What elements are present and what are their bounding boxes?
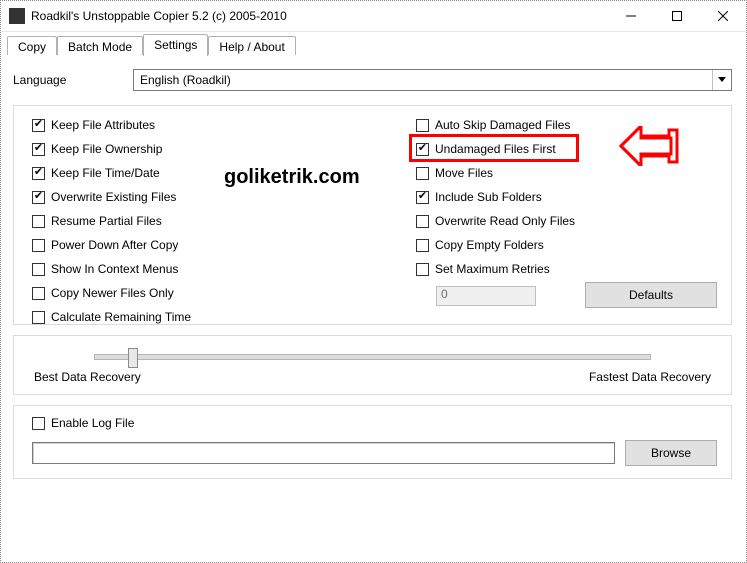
checkbox-icon bbox=[32, 263, 45, 276]
checkbox-icon bbox=[32, 311, 45, 324]
browse-button[interactable]: Browse bbox=[625, 440, 717, 466]
checkbox-icon bbox=[416, 215, 429, 228]
slider-thumb-icon[interactable] bbox=[128, 348, 138, 368]
maximize-icon bbox=[672, 11, 682, 21]
checkbox-icon bbox=[416, 119, 429, 132]
chevron-down-icon bbox=[712, 70, 731, 90]
checkbox-icon bbox=[32, 167, 45, 180]
tab-batch-mode[interactable]: Batch Mode bbox=[57, 36, 143, 57]
opt-auto-skip-damaged-files[interactable]: Auto Skip Damaged Files bbox=[416, 116, 666, 134]
checkbox-icon bbox=[32, 143, 45, 156]
app-window: Roadkil's Unstoppable Copier 5.2 (c) 200… bbox=[0, 0, 747, 563]
tab-strip: Copy Batch Mode Settings Help / About bbox=[1, 32, 746, 56]
settings-panel: Language English (Roadkil) Keep File Att… bbox=[7, 55, 738, 554]
app-icon bbox=[9, 8, 25, 24]
opt-keep-file-attributes[interactable]: Keep File Attributes bbox=[32, 116, 282, 134]
slider-label-fastest: Fastest Data Recovery bbox=[589, 370, 711, 384]
opt-power-down-after-copy[interactable]: Power Down After Copy bbox=[32, 236, 282, 254]
log-group: Enable Log File Browse bbox=[13, 405, 732, 479]
opt-set-maximum-retries[interactable]: Set Maximum Retries bbox=[416, 260, 666, 278]
language-value: English (Roadkil) bbox=[140, 73, 712, 87]
maximize-button[interactable] bbox=[654, 1, 700, 31]
opt-resume-partial-files[interactable]: Resume Partial Files bbox=[32, 212, 282, 230]
checkbox-icon bbox=[32, 215, 45, 228]
max-retries-input[interactable]: 0 bbox=[436, 286, 536, 306]
recovery-speed-group: Best Data Recovery Fastest Data Recovery bbox=[13, 335, 732, 395]
minimize-button[interactable] bbox=[608, 1, 654, 31]
options-col-left: Keep File Attributes Keep File Ownership… bbox=[32, 116, 282, 326]
tab-copy[interactable]: Copy bbox=[7, 36, 57, 57]
language-select[interactable]: English (Roadkil) bbox=[133, 69, 732, 91]
checkbox-icon bbox=[416, 143, 429, 156]
opt-overwrite-existing-files[interactable]: Overwrite Existing Files bbox=[32, 188, 282, 206]
opt-include-sub-folders[interactable]: Include Sub Folders bbox=[416, 188, 666, 206]
language-label: Language bbox=[13, 73, 133, 87]
enable-log-file[interactable]: Enable Log File bbox=[32, 414, 134, 432]
opt-calculate-remaining-time[interactable]: Calculate Remaining Time bbox=[32, 308, 282, 326]
opt-copy-newer-files-only[interactable]: Copy Newer Files Only bbox=[32, 284, 282, 302]
checkbox-icon bbox=[416, 239, 429, 252]
checkbox-icon bbox=[32, 119, 45, 132]
window-title: Roadkil's Unstoppable Copier 5.2 (c) 200… bbox=[31, 9, 608, 23]
opt-overwrite-read-only-files[interactable]: Overwrite Read Only Files bbox=[416, 212, 666, 230]
close-icon bbox=[718, 11, 728, 21]
checkbox-icon bbox=[32, 191, 45, 204]
language-row: Language English (Roadkil) bbox=[7, 55, 738, 91]
title-bar: Roadkil's Unstoppable Copier 5.2 (c) 200… bbox=[1, 1, 746, 32]
opt-keep-file-ownership[interactable]: Keep File Ownership bbox=[32, 140, 282, 158]
watermark-text: goliketrik.com bbox=[224, 166, 360, 189]
tab-help-about[interactable]: Help / About bbox=[208, 36, 295, 57]
checkbox-icon bbox=[32, 417, 45, 430]
checkbox-icon bbox=[416, 167, 429, 180]
defaults-button[interactable]: Defaults bbox=[585, 282, 717, 308]
recovery-slider[interactable] bbox=[94, 354, 651, 360]
checkbox-icon bbox=[32, 287, 45, 300]
opt-show-in-context-menus[interactable]: Show In Context Menus bbox=[32, 260, 282, 278]
opt-undamaged-files-first[interactable]: Undamaged Files First bbox=[416, 140, 666, 158]
options-col-right: Auto Skip Damaged Files Undamaged Files … bbox=[416, 116, 666, 306]
opt-copy-empty-folders[interactable]: Copy Empty Folders bbox=[416, 236, 666, 254]
slider-label-best: Best Data Recovery bbox=[34, 370, 141, 384]
opt-move-files[interactable]: Move Files bbox=[416, 164, 666, 182]
checkbox-icon bbox=[416, 263, 429, 276]
minimize-icon bbox=[626, 11, 636, 21]
checkbox-icon bbox=[416, 191, 429, 204]
checkbox-icon bbox=[32, 239, 45, 252]
tab-settings[interactable]: Settings bbox=[143, 34, 208, 56]
log-path-input[interactable] bbox=[32, 442, 615, 464]
close-button[interactable] bbox=[700, 1, 746, 31]
options-group: Keep File Attributes Keep File Ownership… bbox=[13, 105, 732, 325]
